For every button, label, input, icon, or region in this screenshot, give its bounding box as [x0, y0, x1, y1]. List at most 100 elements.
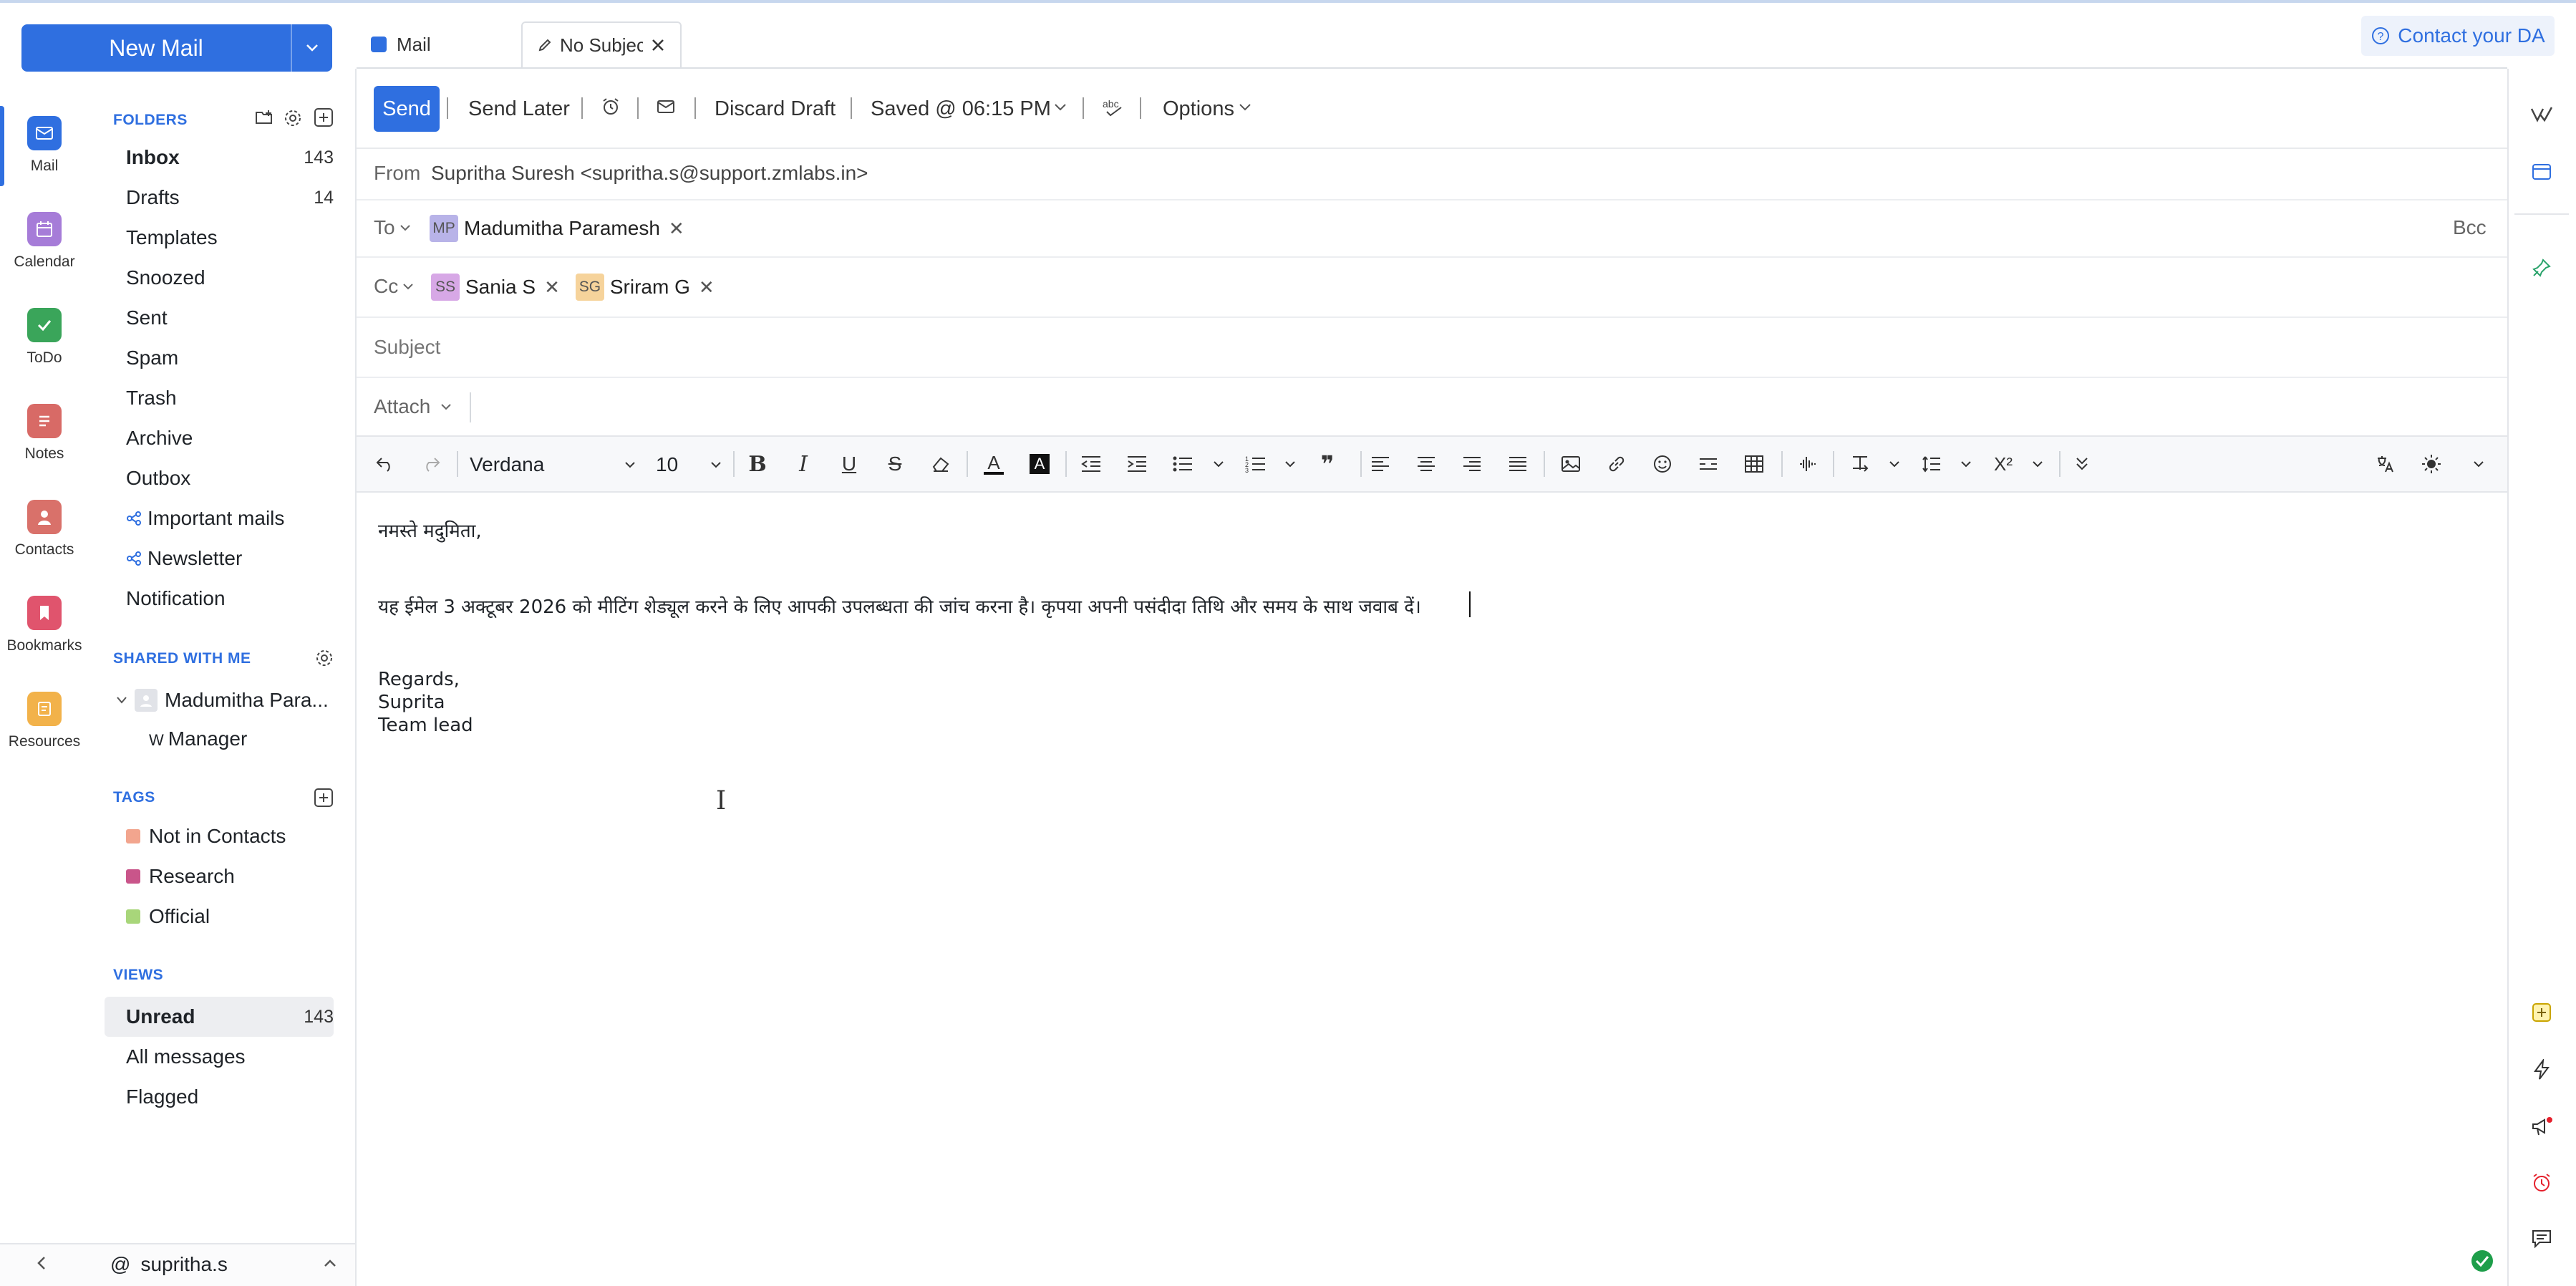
rail-item-todo[interactable]: ToDo — [0, 308, 89, 394]
new-folder-icon[interactable] — [255, 109, 273, 126]
chevron-down-icon[interactable] — [1206, 451, 1231, 477]
send-later-button[interactable]: Send Later — [468, 97, 570, 121]
indent-icon[interactable] — [1124, 451, 1150, 477]
folder-item-snoozed[interactable]: Snoozed — [126, 266, 334, 289]
italic-icon[interactable]: I — [790, 451, 816, 477]
align-right-icon[interactable] — [1459, 451, 1485, 477]
insert-link-icon[interactable] — [1604, 451, 1630, 477]
folder-item-spam[interactable]: Spam — [126, 347, 334, 369]
remove-recipient-icon[interactable]: ✕ — [699, 276, 715, 299]
add-tag-icon[interactable] — [314, 788, 334, 808]
chevron-down-icon[interactable] — [2025, 451, 2050, 477]
rail-item-notes[interactable]: Notes — [0, 404, 89, 490]
tab-compose[interactable]: No Subjec — [521, 21, 682, 67]
recipient-chip[interactable]: MP Madumitha Paramesh ✕ — [430, 215, 684, 242]
audio-wave-icon[interactable] — [1794, 451, 1820, 477]
strikethrough-icon[interactable]: S — [882, 451, 908, 477]
rail-item-contacts[interactable]: Contacts — [0, 500, 89, 586]
folder-item-archive[interactable]: Archive — [126, 427, 334, 450]
bullet-list-icon[interactable] — [1170, 451, 1196, 477]
chevron-down-icon[interactable] — [1054, 103, 1067, 112]
tag-item-official[interactable]: Official — [126, 905, 210, 928]
tag-item-research[interactable]: Research — [126, 865, 235, 888]
account-switcher[interactable]: @ supritha.s — [110, 1253, 228, 1276]
rail-item-bookmarks[interactable]: Bookmarks — [0, 596, 89, 682]
shared-owner-row[interactable]: Madumitha Para... — [116, 689, 329, 712]
remove-recipient-icon[interactable]: ✕ — [544, 276, 560, 299]
underline-icon[interactable]: U — [836, 451, 862, 477]
rail-item-mail[interactable]: Mail — [0, 116, 89, 202]
chevron-down-icon[interactable] — [1239, 103, 1251, 112]
add-folder-icon[interactable] — [314, 107, 334, 127]
reminder-icon[interactable] — [600, 96, 621, 117]
blockquote-icon[interactable]: ❞ — [1314, 451, 1340, 477]
insert-image-icon[interactable] — [1558, 451, 1584, 477]
new-mail-button[interactable]: New Mail — [21, 24, 332, 72]
view-item-flagged[interactable]: Flagged — [126, 1086, 334, 1108]
recipient-chip[interactable]: SG Sriram G ✕ — [575, 274, 715, 301]
collapse-sidebar-icon[interactable] — [36, 1254, 47, 1272]
chevron-up-icon[interactable] — [324, 1259, 336, 1267]
close-icon[interactable] — [650, 37, 666, 53]
outdent-icon[interactable] — [1078, 451, 1104, 477]
folder-item-notification[interactable]: Notification — [126, 587, 334, 610]
align-justify-icon[interactable] — [1505, 451, 1531, 477]
text-color-icon[interactable]: A — [981, 451, 1007, 477]
font-size-select[interactable]: 10 — [656, 451, 722, 478]
shared-settings-icon[interactable] — [315, 649, 334, 667]
attach-button[interactable]: Attach — [374, 395, 452, 418]
shared-child-item[interactable]: W Manager — [149, 727, 247, 750]
folder-item-trash[interactable]: Trash — [126, 387, 334, 410]
folder-settings-icon[interactable] — [284, 109, 302, 127]
read-receipt-icon[interactable] — [656, 96, 679, 117]
chevron-down-icon[interactable] — [1953, 451, 1979, 477]
send-button[interactable]: Send — [374, 86, 440, 132]
tab-mail[interactable]: Mail — [371, 21, 514, 67]
theme-toggle-icon[interactable] — [2418, 451, 2444, 477]
to-selector[interactable]: To — [374, 216, 411, 239]
discard-draft-button[interactable]: Discard Draft — [715, 97, 836, 121]
tag-item-not-in-contacts[interactable]: Not in Contacts — [126, 825, 286, 848]
rail-item-calendar[interactable]: Calendar — [0, 212, 89, 298]
chevron-down-icon[interactable] — [2466, 451, 2492, 477]
subject-input[interactable] — [374, 329, 2450, 365]
highlight-color-icon[interactable]: A — [1027, 451, 1052, 477]
eraser-icon[interactable] — [928, 451, 954, 477]
options-button[interactable]: Options — [1163, 97, 1234, 121]
new-mail-dropdown[interactable] — [291, 24, 332, 72]
folder-item-sent[interactable]: Sent — [126, 306, 334, 329]
bcc-button[interactable]: Bcc — [2453, 216, 2487, 239]
redo-icon[interactable] — [418, 451, 444, 477]
bold-icon[interactable]: B — [745, 451, 770, 477]
spellcheck-icon[interactable]: abc — [1101, 97, 1124, 117]
templates-icon[interactable] — [2527, 158, 2556, 186]
folder-item-drafts[interactable]: Drafts 14 — [126, 186, 334, 209]
pin-icon[interactable] — [2527, 253, 2556, 282]
folder-item-templates[interactable]: Templates — [126, 226, 334, 249]
superscript-icon[interactable]: X² — [1990, 451, 2016, 477]
font-family-select[interactable]: Verdana — [470, 451, 636, 478]
signature-icon[interactable] — [2527, 100, 2556, 129]
contact-da-button[interactable]: ? Contact your DA — [2361, 16, 2555, 56]
undo-icon[interactable] — [372, 451, 398, 477]
view-item-all-messages[interactable]: All messages — [126, 1045, 334, 1068]
chevron-down-icon[interactable] — [1882, 451, 1907, 477]
remove-recipient-icon[interactable]: ✕ — [669, 218, 684, 240]
folder-item-important-mails[interactable]: Important mails — [126, 507, 334, 530]
chevron-down-icon[interactable] — [1277, 451, 1303, 477]
chat-icon[interactable] — [2527, 1224, 2556, 1253]
folder-item-outbox[interactable]: Outbox — [126, 467, 334, 490]
rail-item-resources[interactable]: Resources — [0, 692, 89, 778]
line-spacing-icon[interactable] — [1919, 451, 1945, 477]
view-item-unread[interactable]: Unread 143 — [126, 1005, 334, 1028]
lightning-icon[interactable] — [2527, 1055, 2556, 1084]
align-left-icon[interactable] — [1367, 451, 1393, 477]
announcement-icon[interactable] — [2527, 1113, 2556, 1141]
recipient-chip[interactable]: SS Sania S ✕ — [431, 274, 560, 301]
horizontal-rule-icon[interactable] — [1695, 451, 1721, 477]
from-value[interactable]: Supritha Suresh <supritha.s@support.zmla… — [431, 162, 868, 185]
translate-icon[interactable] — [2373, 451, 2398, 477]
more-tools-icon[interactable] — [2069, 451, 2095, 477]
text-direction-icon[interactable] — [1847, 451, 1873, 477]
add-integration-icon[interactable] — [2527, 998, 2556, 1027]
